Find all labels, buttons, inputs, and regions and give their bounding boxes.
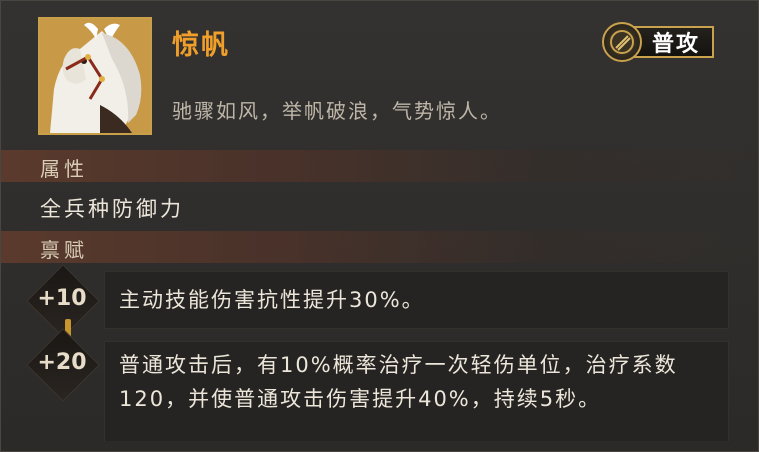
attack-type-badge: 普攻	[602, 21, 726, 63]
horse-icon	[40, 19, 150, 133]
talent-level: +10	[37, 286, 87, 311]
attribute-value: 全兵种防御力	[40, 197, 184, 221]
talent-item: 主动技能伤害抗性提升30%。	[104, 271, 729, 329]
item-tooltip-panel: 惊帆 普攻 驰骤如风，举帆破浪，气势惊人。 属性 全兵种防御力 禀赋 +10 主…	[0, 0, 759, 452]
attributes-section-bar: 属性	[1, 150, 759, 182]
talent-level: +20	[37, 350, 87, 375]
talent-text: 主动技能伤害抗性提升30%。	[119, 288, 425, 312]
talent-text: 普通攻击后，有10%概率治疗一次轻伤单位，治疗系数120，并使普通攻击伤害提升4…	[119, 353, 678, 411]
talents-section-bar: 禀赋	[1, 231, 759, 263]
attack-type-label: 普攻	[634, 26, 715, 58]
sword-emblem-icon	[602, 22, 642, 62]
talent-item: 普通攻击后，有10%概率治疗一次轻伤单位，治疗系数120，并使普通攻击伤害提升4…	[104, 341, 729, 441]
hero-description: 驰骤如风，举帆破浪，气势惊人。	[172, 99, 502, 123]
hero-name: 惊帆	[172, 30, 230, 61]
talent-item-clip: 普通攻击后，有10%概率治疗一次轻伤单位，治疗系数120，并使普通攻击伤害提升4…	[104, 341, 729, 441]
attributes-title: 属性	[40, 157, 88, 181]
white-horse-portrait	[38, 17, 152, 135]
talents-title: 禀赋	[40, 238, 88, 262]
